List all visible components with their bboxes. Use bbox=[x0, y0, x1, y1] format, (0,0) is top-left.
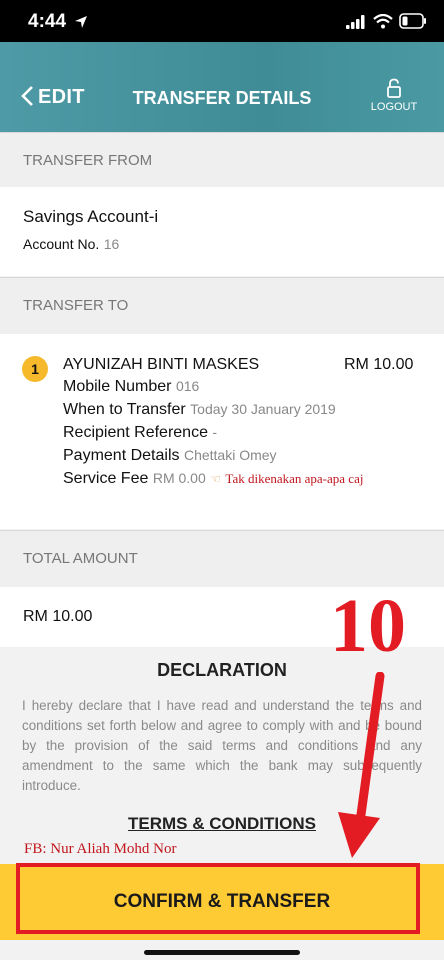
pointing-hand-icon: ☜ bbox=[210, 472, 221, 486]
credit-watermark: FB: Nur Aliah Mohd Nor bbox=[24, 841, 177, 857]
transfer-from-header: TRANSFER FROM bbox=[0, 132, 444, 188]
total-amount-value: RM 10.00 bbox=[23, 608, 93, 625]
recipient-amount: RM 10.00 bbox=[344, 356, 414, 373]
terms-conditions-link[interactable]: TERMS & CONDITIONS bbox=[128, 814, 316, 833]
logout-label: LOGOUT bbox=[370, 101, 418, 113]
transfer-to-header: TRANSFER TO bbox=[0, 277, 444, 335]
detail-label: Recipient Reference bbox=[63, 424, 208, 441]
wifi-icon bbox=[373, 14, 393, 29]
red-arrow-annotation bbox=[338, 672, 385, 858]
home-indicator bbox=[144, 950, 300, 955]
battery-icon bbox=[399, 13, 426, 29]
detail-label: When to Transfer bbox=[63, 401, 186, 418]
recipient-index-badge: 1 bbox=[22, 356, 48, 382]
account-number-row: Account No. 16 bbox=[23, 236, 119, 254]
account-name: Savings Account-i bbox=[23, 207, 159, 226]
fee-annotation: Tak dikenakan apa-apa caj bbox=[225, 471, 364, 486]
transfer-from-card: Savings Account-i Account No. 16 bbox=[0, 187, 444, 276]
highlight-frame-annotation bbox=[16, 863, 420, 934]
detail-label: Payment Details bbox=[63, 447, 180, 464]
detail-row-mobile: Mobile Number 016 bbox=[63, 378, 199, 396]
detail-row-payment: Payment Details Chettaki Omey bbox=[63, 447, 277, 465]
detail-value: Today 30 January 2019 bbox=[190, 401, 336, 417]
transfer-to-label: TRANSFER TO bbox=[23, 297, 129, 314]
app-header: EDIT TRANSFER DETAILS LOGOUT bbox=[0, 42, 444, 132]
recipient-name: AYUNIZAH BINTI MASKES bbox=[63, 356, 260, 373]
padlock-icon bbox=[387, 78, 401, 98]
status-bar: 4:44 bbox=[0, 0, 444, 42]
transfer-from-label: TRANSFER FROM bbox=[23, 152, 153, 169]
detail-value: 016 bbox=[175, 378, 200, 394]
account-number-label: Account No. bbox=[23, 236, 100, 252]
location-arrow-icon bbox=[75, 16, 87, 28]
detail-row-reference: Recipient Reference - bbox=[63, 424, 217, 442]
account-number-value: 16 bbox=[103, 236, 120, 252]
detail-value: RM 0.00 bbox=[152, 470, 206, 486]
total-amount-label: TOTAL AMOUNT bbox=[23, 550, 138, 567]
total-amount-header: TOTAL AMOUNT bbox=[0, 530, 444, 588]
transfer-to-card: 1 AYUNIZAH BINTI MASKES RM 10.00 Mobile … bbox=[0, 334, 444, 529]
detail-label: Mobile Number bbox=[63, 378, 172, 395]
detail-row-fee: Service Fee RM 0.00 ☜ Tak dikenakan apa-… bbox=[63, 470, 363, 488]
status-time: 4:44 bbox=[28, 11, 67, 32]
detail-value: Chettaki Omey bbox=[183, 447, 277, 463]
cellular-signal-icon bbox=[346, 15, 365, 29]
step-number-annotation: 10 bbox=[330, 584, 406, 668]
logout-button[interactable]: LOGOUT bbox=[364, 78, 424, 113]
detail-label: Service Fee bbox=[63, 470, 149, 487]
detail-value: - bbox=[212, 424, 218, 440]
detail-row-when: When to Transfer Today 30 January 2019 bbox=[63, 401, 336, 419]
